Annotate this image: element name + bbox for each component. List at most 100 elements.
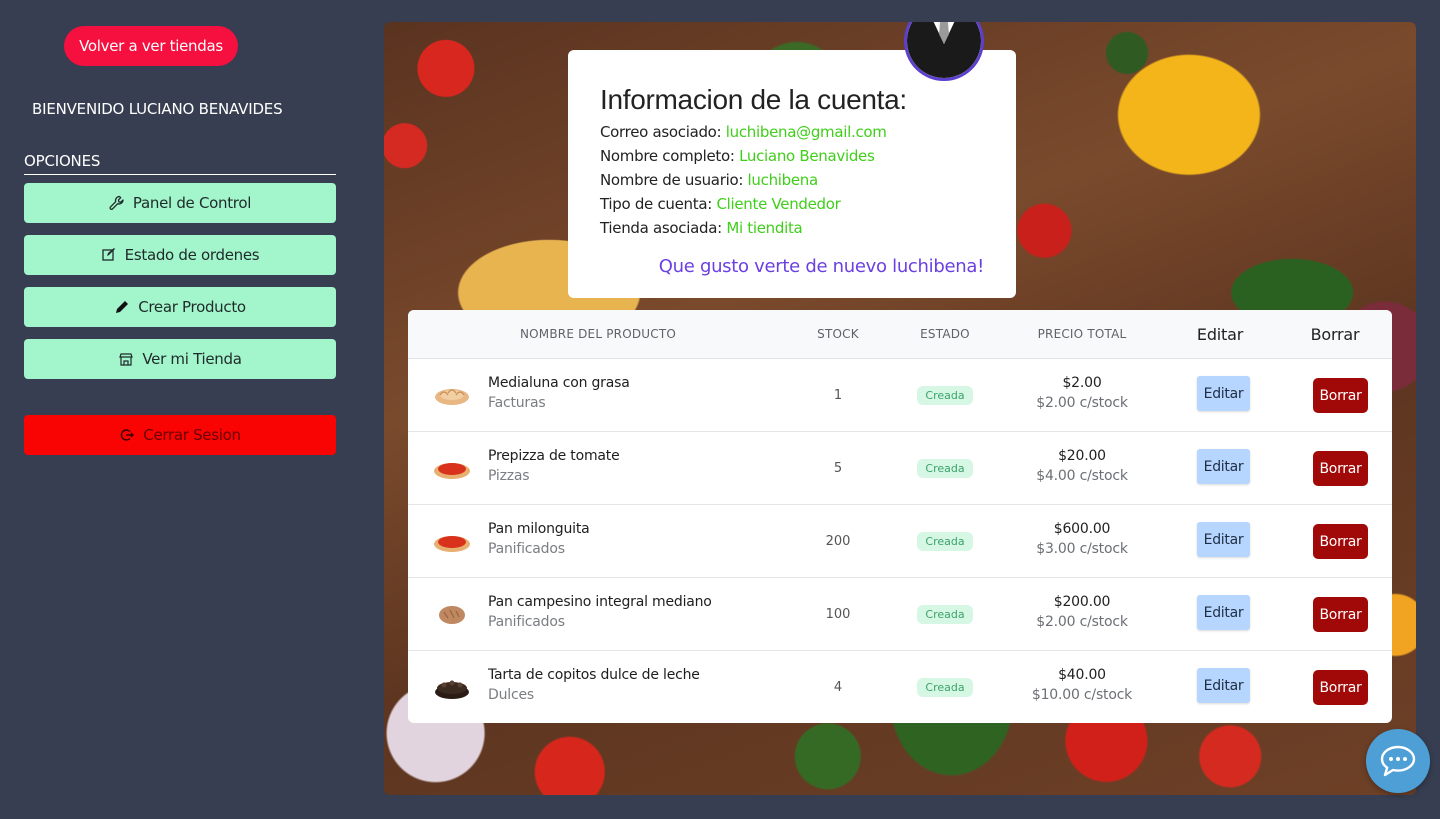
status-badge: Creada [917,531,973,551]
product-unit-price: $3.00 c/stock [1036,541,1128,557]
product-total-price: $600.00 [1053,521,1111,537]
product-unit-price: $2.00 c/stock [1036,395,1128,411]
order-status-button[interactable]: Estado de ordenes [24,235,336,275]
status-badge: Creada [917,458,973,478]
bread-thumbnail [432,600,472,630]
product-total-price: $200.00 [1053,594,1111,610]
edit-button[interactable]: Editar [1197,668,1250,703]
delete-button[interactable]: Borrar [1313,378,1368,413]
product-stock: 4 [833,679,843,695]
account-type-value: Cliente Vendedor [716,195,841,213]
status-badge: Creada [917,604,973,624]
header-product: NOMBRE DEL PRODUCTO [519,327,677,341]
edit-button[interactable]: Editar [1197,376,1250,411]
create-product-button[interactable]: Crear Producto [24,287,336,327]
username-row: Nombre de usuario: luchibena [600,168,984,192]
status-cell: Creada [895,578,995,650]
table-row: Pan milonguita Panificados 200 Creada $6… [408,505,1392,578]
product-category: Facturas [488,395,546,411]
edit-button[interactable]: Editar [1197,449,1250,484]
table-header: NOMBRE DEL PRODUCTO STOCK ESTADO PRECIO … [408,310,1392,359]
edit-icon [101,247,117,263]
pizza-thumbnail [432,527,472,557]
product-name: Pan milonguita [488,521,590,537]
product-category: Panificados [488,614,565,630]
control-panel-button[interactable]: Panel de Control [24,183,336,223]
table-row: Prepizza de tomate Pizzas 5 Creada $20.0… [408,432,1392,505]
header-delete: Borrar [1310,324,1360,344]
pencil-icon [114,299,130,315]
pizza-thumbnail [432,454,472,484]
welcome-text: BIENVENIDO LUCIANO BENAVIDES [32,100,283,118]
greeting-text: Que gusto verte de nuevo luchibena! [658,256,985,277]
store-row: Tienda asociada: Mi tiendita [600,216,984,240]
store-value: Mi tiendita [726,219,803,237]
header-edit: Editar [1196,324,1244,344]
table-row: Pan campesino integral mediano Panificad… [408,578,1392,651]
product-category: Pizzas [488,468,530,484]
main-panel: Informacion de la cuenta: Correo asociad… [384,22,1416,795]
email-label: Correo asociado: [600,123,722,141]
status-cell: Creada [895,651,995,723]
options-heading: OPCIONES [24,152,336,175]
product-total-price: $2.00 [1062,375,1102,391]
delete-button[interactable]: Borrar [1313,597,1368,632]
product-category: Dulces [488,687,534,703]
wrench-icon [109,195,125,211]
product-stock: 5 [833,460,843,476]
status-cell: Creada [895,505,995,577]
product-unit-price: $10.00 c/stock [1031,687,1133,703]
cake-thumbnail [432,673,472,703]
product-stock: 100 [825,606,851,622]
products-table: NOMBRE DEL PRODUCTO STOCK ESTADO PRECIO … [408,310,1392,723]
product-unit-price: $4.00 c/stock [1036,468,1128,484]
edit-button[interactable]: Editar [1197,522,1250,557]
status-cell: Creada [895,432,995,504]
product-stock: 1 [833,387,843,403]
fullname-value: Luciano Benavides [739,147,875,165]
order-status-label: Estado de ordenes [124,246,260,264]
product-name: Pan campesino integral mediano [488,594,712,610]
chat-bubble-icon [1380,745,1416,777]
account-type-row: Tipo de cuenta: Cliente Vendedor [600,192,984,216]
account-info-card: Informacion de la cuenta: Correo asociad… [568,50,1016,298]
status-cell: Creada [895,359,995,431]
header-stock: STOCK [817,327,859,341]
store-icon [118,351,134,367]
username-label: Nombre de usuario: [600,171,744,189]
account-type-label: Tipo de cuenta: [600,195,712,213]
control-panel-label: Panel de Control [132,194,252,212]
croissant-thumbnail [432,381,472,411]
store-label: Tienda asociada: [600,219,722,237]
edit-button[interactable]: Editar [1197,595,1250,630]
sidebar: Volver a ver tiendas BIENVENIDO LUCIANO … [0,0,360,819]
product-total-price: $20.00 [1058,448,1106,464]
status-badge: Creada [917,677,973,697]
table-row: Medialuna con grasa Facturas 1 Creada $2… [408,359,1392,432]
header-status: ESTADO [920,327,970,341]
header-price: PRECIO TOTAL [1037,327,1127,341]
product-name: Medialuna con grasa [488,375,630,391]
delete-button[interactable]: Borrar [1313,670,1368,705]
email-row: Correo asociado: luchibena@gmail.com [600,120,984,144]
delete-button[interactable]: Borrar [1313,451,1368,486]
logout-icon [119,427,135,443]
create-product-label: Crear Producto [138,298,246,316]
product-stock: 200 [825,533,851,549]
logout-label: Cerrar Sesion [143,426,241,444]
product-unit-price: $2.00 c/stock [1036,614,1128,630]
back-to-stores-button[interactable]: Volver a ver tiendas [64,26,238,66]
logout-button[interactable]: Cerrar Sesion [24,415,336,455]
status-badge: Creada [917,385,973,405]
delete-button[interactable]: Borrar [1313,524,1368,559]
chat-button[interactable] [1366,729,1430,793]
account-info-title: Informacion de la cuenta: [600,84,907,115]
product-name: Tarta de copitos dulce de leche [488,667,700,683]
product-total-price: $40.00 [1058,667,1106,683]
product-category: Panificados [488,541,565,557]
product-name: Prepizza de tomate [488,448,620,464]
username-value: luchibena [747,171,819,189]
suit-avatar-icon [907,22,981,78]
table-row: Tarta de copitos dulce de leche Dulces 4… [408,651,1392,723]
view-store-button[interactable]: Ver mi Tienda [24,339,336,379]
